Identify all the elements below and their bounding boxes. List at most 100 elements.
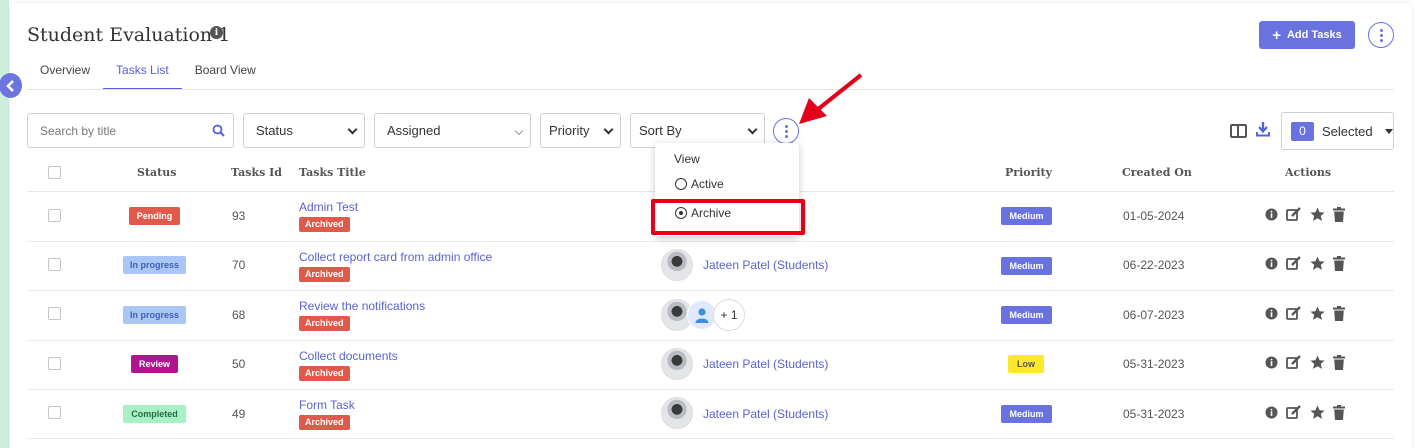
search-placeholder: Search by title (40, 123, 117, 138)
info-icon[interactable] (1265, 208, 1278, 221)
star-icon[interactable] (1310, 405, 1325, 420)
trash-icon[interactable] (1333, 405, 1345, 420)
priority-select[interactable]: Priority (540, 113, 621, 148)
highlight-box-annotation (651, 199, 805, 235)
row-actions (1265, 256, 1345, 271)
assigned-select[interactable]: Assigned (374, 113, 531, 148)
download-icon[interactable] (1256, 121, 1270, 137)
select-all-checkbox[interactable] (48, 166, 61, 179)
chevron-down-icon (514, 126, 524, 136)
row-checkbox[interactable] (48, 258, 61, 271)
tab-tasks-list[interactable]: Tasks List (103, 62, 182, 90)
status-badge: Pending (129, 207, 180, 225)
archived-tag: Archived (299, 366, 350, 381)
task-id: 50 (232, 357, 246, 371)
search-icon (212, 124, 225, 137)
avatar (661, 348, 693, 380)
column-header-tasks-title[interactable]: Tasks Title (299, 166, 366, 179)
red-arrow-annotation (799, 73, 863, 124)
avatar (661, 397, 693, 429)
created-date: 06-22-2023 (1123, 258, 1185, 272)
view-option-label: Active (691, 177, 724, 191)
star-icon[interactable] (1310, 256, 1325, 271)
chevron-down-icon (603, 124, 614, 135)
table-row[interactable]: In progress 68 Review the notifications … (27, 291, 1394, 341)
task-title-link[interactable]: Collect report card from admin office (299, 250, 492, 264)
task-id: 93 (232, 209, 246, 223)
info-icon[interactable] (1265, 406, 1278, 419)
task-id: 70 (232, 258, 246, 272)
priority-badge: Medium (1001, 257, 1052, 275)
star-icon[interactable] (1310, 355, 1325, 370)
radio-unselected-icon[interactable] (675, 178, 687, 190)
edit-icon[interactable] (1286, 207, 1302, 222)
edit-icon[interactable] (1286, 306, 1302, 321)
task-title-link[interactable]: Form Task (299, 398, 355, 412)
status-select[interactable]: Status (243, 113, 365, 148)
edit-icon[interactable] (1286, 405, 1302, 420)
user-icon (695, 308, 709, 323)
column-header-priority[interactable]: Priority (1005, 166, 1052, 179)
columns-view-icon[interactable] (1230, 124, 1247, 138)
column-header-actions: Actions (1285, 166, 1332, 179)
plus-icon: + (1272, 26, 1281, 44)
chevron-down-icon (747, 124, 758, 135)
row-checkbox[interactable] (48, 307, 61, 320)
task-title-link[interactable]: Admin Test (299, 200, 358, 214)
task-title-link[interactable]: Review the notifications (299, 299, 425, 313)
star-icon[interactable] (1310, 207, 1325, 222)
priority-badge: Medium (1001, 405, 1052, 423)
collapse-sidebar-button[interactable] (0, 73, 22, 98)
left-accent-strip (0, 0, 9, 448)
info-icon[interactable] (1265, 257, 1278, 270)
edit-icon[interactable] (1286, 256, 1302, 271)
assignee-link[interactable]: Jateen Patel (Students) (703, 407, 828, 421)
trash-icon[interactable] (1333, 256, 1345, 271)
column-header-tasks-id[interactable]: Tasks Id (231, 166, 282, 179)
trash-icon[interactable] (1333, 306, 1345, 321)
selected-dropdown-button[interactable]: 0 Selected (1281, 112, 1394, 150)
table-row[interactable]: Review 50 Collect documents Archived Jat… (27, 340, 1394, 390)
archived-tag: Archived (299, 316, 350, 331)
avatar (661, 249, 693, 281)
tab-overview[interactable]: Overview (27, 62, 103, 90)
row-checkbox[interactable] (48, 209, 61, 222)
more-vertical-icon[interactable] (1368, 22, 1394, 48)
more-assignees-count[interactable]: + 1 (713, 299, 745, 331)
row-checkbox[interactable] (48, 406, 61, 419)
created-date: 05-31-2023 (1123, 407, 1185, 421)
column-header-status[interactable]: Status (137, 166, 176, 179)
info-icon[interactable] (1265, 307, 1278, 320)
status-badge: In progress (123, 256, 186, 274)
archived-tag: Archived (299, 217, 350, 232)
edit-icon[interactable] (1286, 355, 1302, 370)
row-actions (1265, 405, 1345, 420)
info-icon[interactable]: i (210, 26, 223, 39)
row-actions (1265, 355, 1345, 370)
status-badge: Completed (123, 405, 186, 423)
trash-icon[interactable] (1333, 207, 1345, 222)
task-id: 49 (232, 407, 246, 421)
task-id: 68 (232, 308, 246, 322)
created-date: 01-05-2024 (1123, 209, 1185, 223)
tab-bar: Overview Tasks List Board View (27, 62, 269, 90)
trash-icon[interactable] (1333, 355, 1345, 370)
table-row[interactable]: In progress 70 Collect report card from … (27, 241, 1394, 291)
star-icon[interactable] (1310, 306, 1325, 321)
assignee-link[interactable]: Jateen Patel (Students) (703, 258, 828, 272)
add-tasks-button[interactable]: + Add Tasks (1259, 21, 1355, 49)
search-input[interactable]: Search by title (27, 113, 234, 148)
add-tasks-label: Add Tasks (1286, 29, 1342, 41)
tab-board-view[interactable]: Board View (182, 62, 269, 90)
row-checkbox[interactable] (48, 357, 61, 370)
view-option-active[interactable]: Active (675, 177, 724, 191)
chevron-down-icon (347, 124, 358, 135)
chevron-left-icon (5, 79, 14, 92)
table-row[interactable]: Completed 49 Form Task Archived Jateen P… (27, 389, 1394, 439)
task-title-link[interactable]: Collect documents (299, 349, 398, 363)
info-icon[interactable] (1265, 356, 1278, 369)
status-select-value: Status (256, 123, 293, 138)
priority-badge: Low (1008, 355, 1044, 373)
column-header-created-on[interactable]: Created On (1122, 166, 1192, 179)
assignee-link[interactable]: Jateen Patel (Students) (703, 357, 828, 371)
